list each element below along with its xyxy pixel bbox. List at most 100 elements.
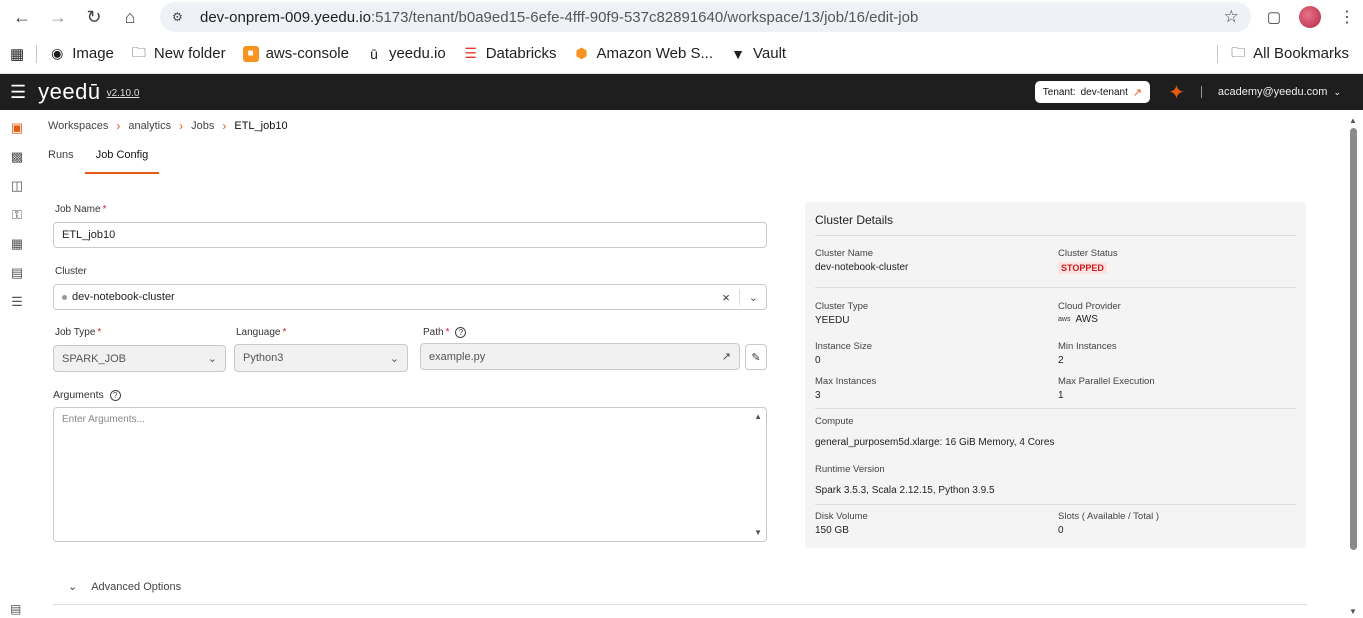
forward-icon[interactable]: →	[44, 3, 72, 31]
browser-menu-icon[interactable]: ⋮	[1339, 7, 1355, 27]
menu-icon[interactable]: ☰	[10, 82, 26, 103]
clear-icon[interactable]: ×	[722, 290, 730, 305]
databricks-icon: ☰	[464, 45, 477, 61]
left-rail: ▣ ▩ ◫ ⚿ ▦ ▤ ☰	[0, 110, 34, 618]
tenant-value: dev-tenant	[1080, 86, 1128, 98]
select-divider	[738, 289, 740, 305]
open-external-icon[interactable]: ↗	[722, 350, 731, 363]
help-icon[interactable]: ?	[109, 389, 121, 401]
workspace-icon[interactable]: ▣	[9, 120, 25, 136]
instance-size-key: Instance Size	[815, 341, 873, 352]
cluster-name-key: Cluster Name	[815, 248, 874, 259]
disk-volume-value: 150 GB	[815, 525, 849, 536]
job-name-input[interactable]: ETL_job10	[53, 222, 767, 248]
ai-assistant-icon[interactable]: ✦	[1168, 80, 1185, 105]
tab-job-config[interactable]: Job Config	[84, 142, 160, 174]
required-mark: *	[445, 327, 450, 338]
breadcrumb-analytics[interactable]: analytics	[128, 120, 171, 132]
site-info-icon[interactable]: ⚙	[172, 10, 188, 24]
bookmark-label: Amazon Web S...	[596, 45, 713, 62]
url-host: dev-onprem-009.yeedu.io	[200, 8, 371, 26]
arguments-label-text: Arguments	[53, 389, 104, 401]
bookmarks-bar: ▦ ◉ Image 🗀 New folder ■ aws-console ū yeedu…	[0, 34, 1363, 74]
job-name-value: ETL_job10	[62, 229, 116, 241]
version-link[interactable]: v2.10.0	[107, 88, 140, 99]
logs-icon[interactable]: ☰	[9, 294, 25, 310]
language-select[interactable]: Python3 ⌄	[234, 344, 408, 372]
cloud-provider-value: AWS	[1075, 314, 1098, 325]
edit-path-button[interactable]: ✎	[745, 344, 767, 370]
chevron-down-icon[interactable]: ⌄	[749, 291, 758, 304]
scrollbar-thumb[interactable]	[1350, 128, 1357, 550]
key-icon[interactable]: ⚿	[9, 207, 25, 223]
docs-icon[interactable]: ▤	[10, 602, 21, 616]
main-content: Workspaces › analytics › Jobs › ETL_job1…	[34, 110, 1363, 618]
bookmark-label: aws-console	[265, 45, 349, 62]
bookmark-label: New folder	[153, 45, 226, 62]
bookmark-yeedu[interactable]: ū yeedu.io	[366, 45, 446, 62]
bookmark-databricks[interactable]: ☰ Databricks	[463, 45, 556, 62]
required-mark: *	[282, 327, 287, 338]
home-icon[interactable]: ⌂	[116, 3, 144, 31]
chevron-down-icon: ⌄	[68, 581, 78, 593]
path-input[interactable]: example.py ↗	[420, 343, 740, 370]
image-icon[interactable]: ▦	[9, 236, 25, 252]
arguments-textarea[interactable]: Enter Arguments... ▲ ▼	[53, 407, 767, 542]
extensions-icon[interactable]: ▢	[1267, 8, 1281, 26]
address-bar[interactable]: ⚙ dev-onprem-009.yeedu.io:5173/tenant/b0…	[160, 2, 1251, 32]
advanced-options-label: Advanced Options	[91, 580, 182, 593]
job-name-label: Job Name *	[55, 204, 106, 215]
tab-runs[interactable]: Runs	[48, 142, 74, 174]
advanced-divider	[53, 604, 1307, 605]
bookmark-star-icon[interactable]: ☆	[1224, 7, 1239, 27]
chevron-down-icon[interactable]: ⌄	[1333, 87, 1341, 98]
card-divider	[815, 287, 1296, 288]
slots-value: 0	[1058, 525, 1064, 536]
apps-grid-icon[interactable]: ▦	[10, 45, 24, 63]
tabs: Runs Job Config	[48, 142, 181, 174]
advanced-options-toggle[interactable]: ⌄ Advanced Options	[68, 580, 182, 594]
max-parallel-value: 1	[1058, 390, 1064, 401]
bookmark-new-folder[interactable]: 🗀 New folder	[131, 44, 226, 63]
bookmark-label: yeedu.io	[388, 45, 446, 62]
chevron-right-icon: ›	[116, 119, 121, 133]
breadcrumb-jobs[interactable]: Jobs	[191, 120, 214, 132]
cluster-value: dev-notebook-cluster	[72, 291, 175, 303]
back-icon[interactable]: ←	[8, 3, 36, 31]
scroll-down-icon[interactable]: ▼	[754, 528, 762, 537]
bookmark-aws-console[interactable]: ■ aws-console	[242, 45, 349, 62]
path-label: Path *?	[423, 327, 467, 338]
user-menu[interactable]: academy@yeedu.com	[1218, 86, 1328, 98]
cluster-select[interactable]: dev-notebook-cluster × ⌄	[53, 284, 767, 310]
runtime-value: Spark 3.5.3, Scala 2.12.15, Python 3.9.5	[815, 485, 995, 496]
cluster-status-key: Cluster Status	[1058, 248, 1118, 259]
all-bookmarks[interactable]: 🗀 All Bookmarks	[1230, 44, 1349, 63]
bookmark-image[interactable]: ◉ Image	[49, 45, 114, 62]
breadcrumb-current: ETL_job10	[234, 120, 288, 132]
scroll-up-icon[interactable]: ▲	[1349, 116, 1357, 125]
required-mark: *	[102, 204, 107, 215]
logo[interactable]: yeedū	[38, 79, 100, 105]
arguments-label: Arguments?	[53, 389, 121, 401]
language-label-text: Language	[236, 327, 281, 338]
chevron-down-icon: ⌄	[389, 352, 399, 365]
job-type-select[interactable]: SPARK_JOB ⌄	[53, 345, 226, 372]
min-instances-key: Min Instances	[1058, 341, 1117, 352]
resources-icon[interactable]: ◫	[9, 178, 25, 194]
page-scrollbar[interactable]: ▲ ▼	[1349, 116, 1357, 618]
aws-cube-icon: ⬢	[575, 45, 588, 61]
reload-icon[interactable]: ↻	[80, 3, 108, 31]
chevron-right-icon: ›	[179, 119, 184, 133]
scroll-up-icon[interactable]: ▲	[754, 412, 762, 421]
cluster-icon[interactable]: ▩	[9, 149, 25, 165]
help-icon[interactable]: ?	[455, 327, 467, 338]
bookmark-amazon-web-services[interactable]: ⬢ Amazon Web S...	[574, 45, 713, 62]
breadcrumb-workspaces[interactable]: Workspaces	[48, 120, 108, 132]
scroll-down-icon[interactable]: ▼	[1349, 607, 1357, 616]
tenant-selector[interactable]: Tenant: dev-tenant ↗	[1034, 81, 1151, 103]
bookmark-vault[interactable]: ▼ Vault	[730, 45, 786, 62]
database-icon[interactable]: ▤	[9, 265, 25, 281]
profile-avatar[interactable]	[1299, 6, 1321, 28]
compute-key: Compute	[815, 416, 854, 427]
cloud-provider-key: Cloud Provider	[1058, 301, 1121, 312]
